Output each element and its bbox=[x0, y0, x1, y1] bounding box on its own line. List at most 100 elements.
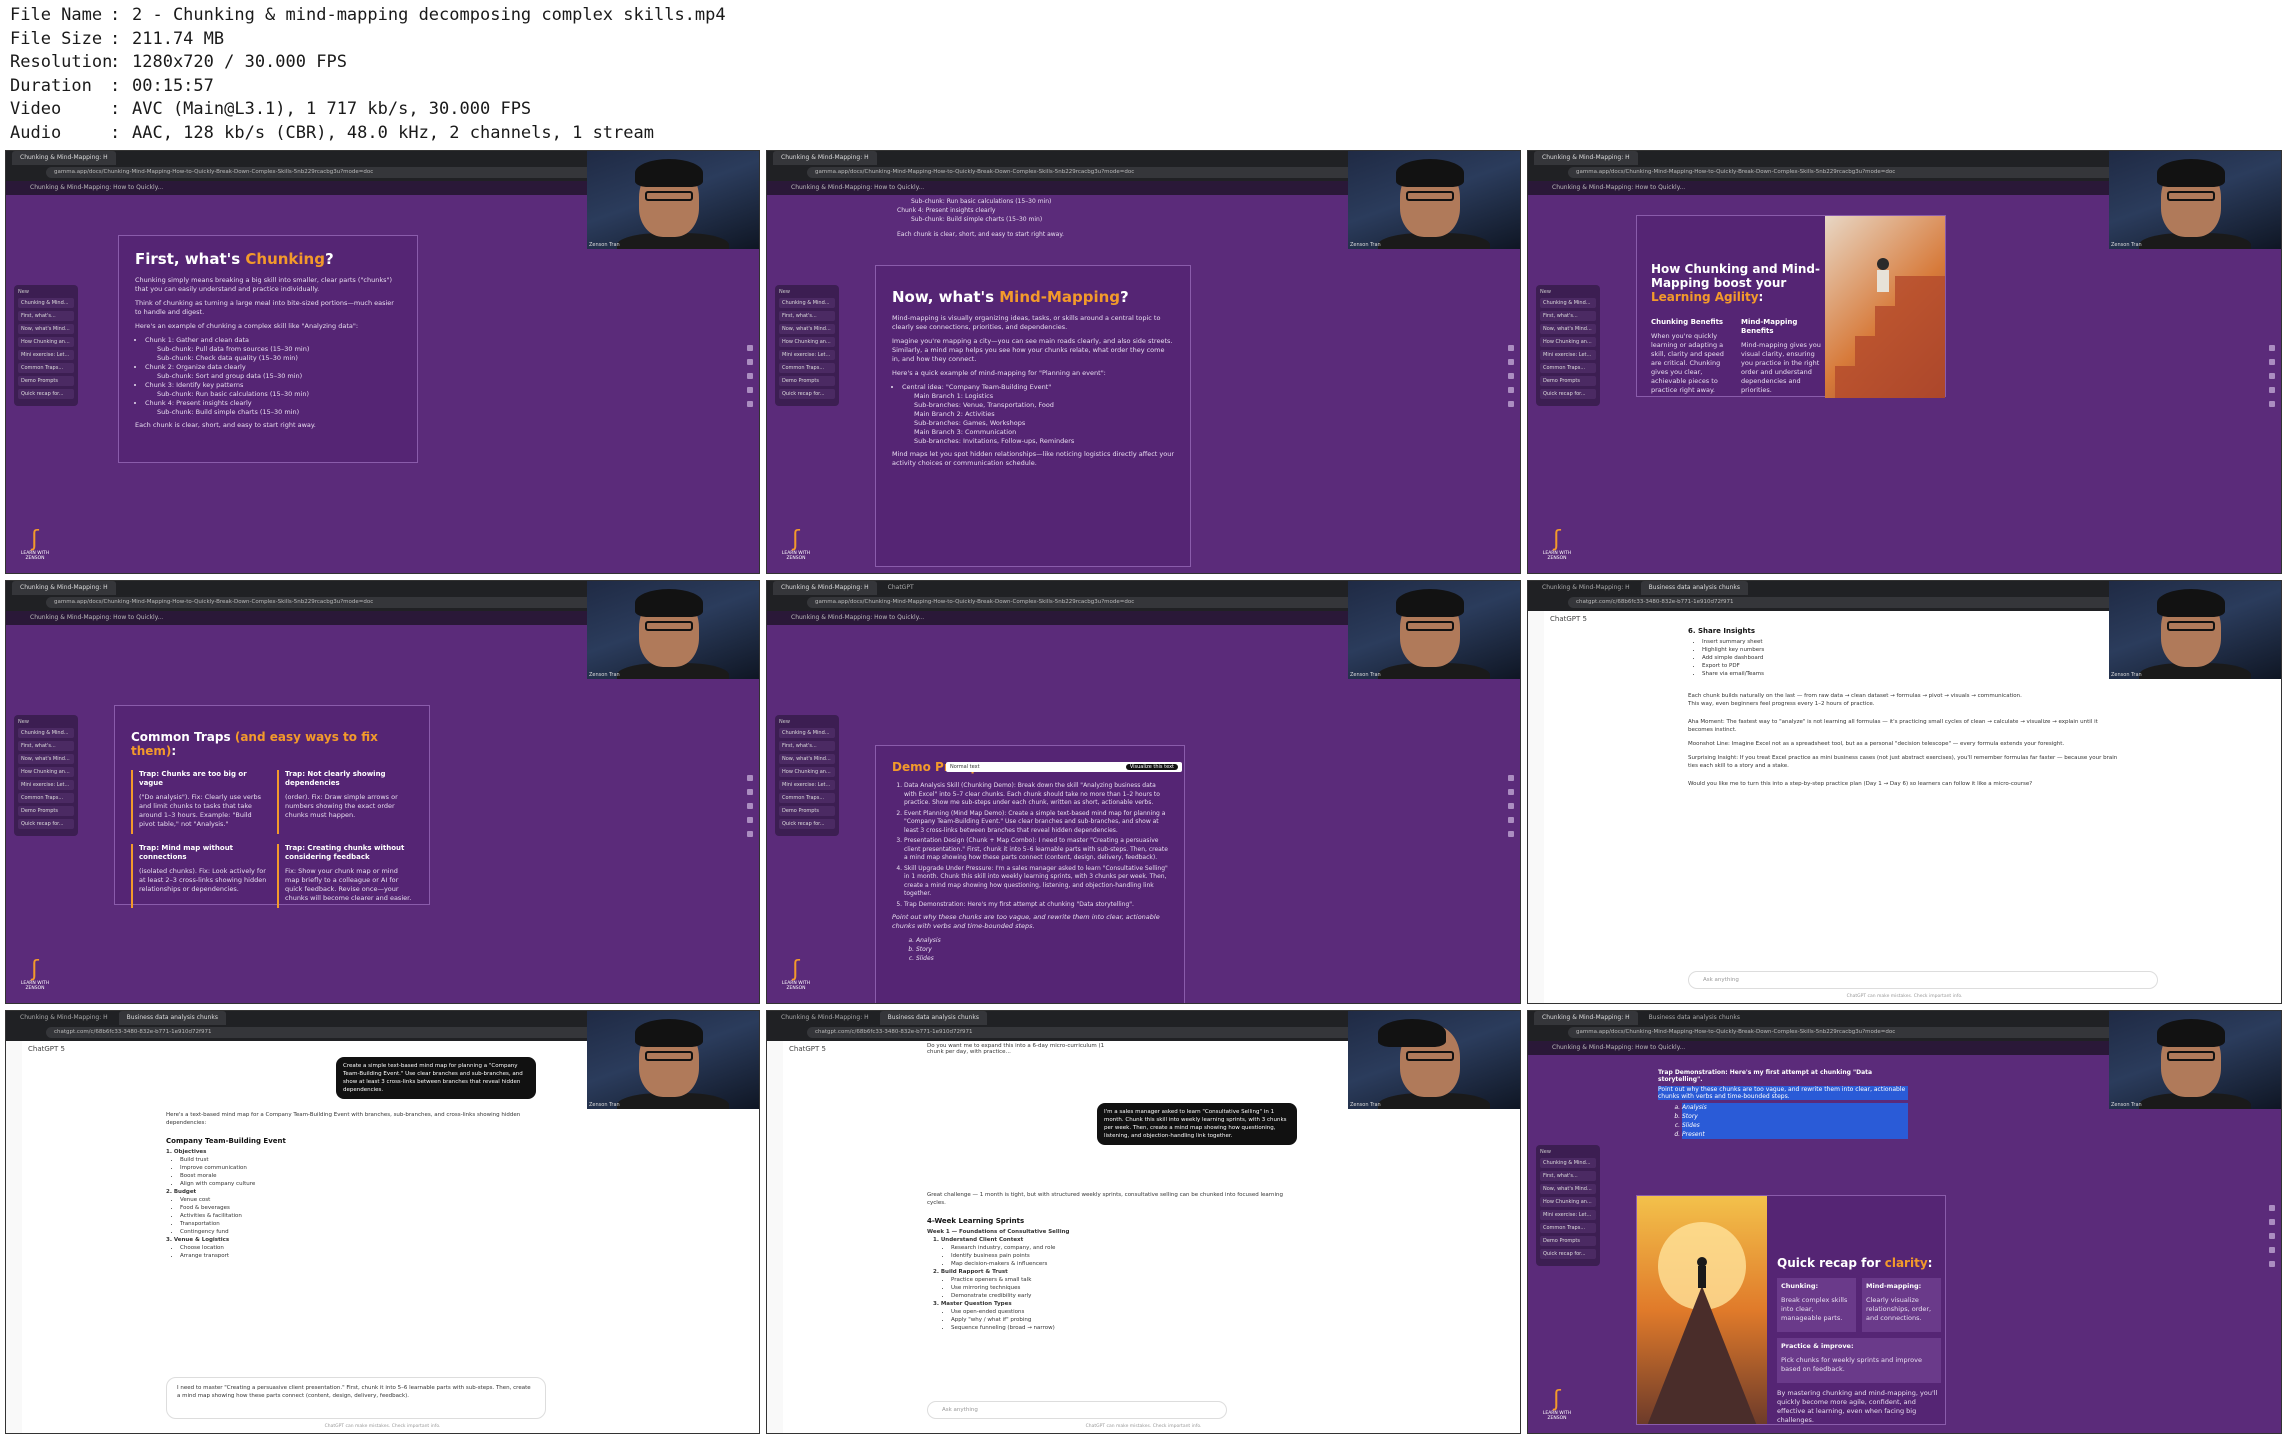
sidebar-item[interactable]: Quick recap for... bbox=[18, 819, 74, 829]
sidebar-item[interactable]: Demo Prompts bbox=[18, 806, 74, 816]
sidebar-item[interactable]: Chunking & Mind... bbox=[1540, 298, 1596, 308]
model-selector[interactable]: ChatGPT 5 bbox=[1550, 615, 1587, 623]
browser-tab[interactable]: Chunking & Mind-Mapping: H bbox=[12, 151, 116, 165]
browser-tab[interactable]: Chunking & Mind-Mapping: H bbox=[773, 1011, 877, 1025]
sidebar-item[interactable]: Common Traps... bbox=[1540, 363, 1596, 373]
slide-card: First, what's Chunking? Chunking simply … bbox=[118, 235, 418, 463]
sidebar-item[interactable]: Common Traps... bbox=[779, 793, 835, 803]
right-toolbar[interactable] bbox=[2267, 345, 2277, 415]
right-toolbar[interactable] bbox=[745, 775, 755, 845]
list-item: Central idea: "Company Team-Building Eve… bbox=[902, 383, 1174, 392]
sidebar-item[interactable]: Common Traps... bbox=[779, 363, 835, 373]
sidebar-item[interactable]: Now, what's Mind... bbox=[1540, 1184, 1596, 1194]
text-format-toolbar[interactable]: Normal text Visualize this text bbox=[946, 762, 1182, 772]
sidebar-item[interactable]: Now, what's Mind... bbox=[18, 324, 74, 334]
sidebar-item[interactable]: Quick recap for... bbox=[1540, 1249, 1596, 1259]
sidebar-item[interactable]: Quick recap for... bbox=[779, 389, 835, 399]
sidebar-item[interactable]: First, what's... bbox=[1540, 1171, 1596, 1181]
sidebar-item[interactable]: Common Traps... bbox=[18, 363, 74, 373]
sidebar-item[interactable]: First, what's... bbox=[779, 311, 835, 321]
sidebar-item[interactable]: Demo Prompts bbox=[18, 376, 74, 386]
browser-tab[interactable]: Chunking & Mind-Mapping: H bbox=[773, 151, 877, 165]
sidebar-item[interactable]: Common Traps... bbox=[1540, 1223, 1596, 1233]
sidebar-item[interactable]: Mini exercise: Let... bbox=[18, 780, 74, 790]
browser-tab[interactable]: Chunking & Mind-Mapping: H bbox=[773, 581, 877, 595]
webcam-overlay: Zenson Tran bbox=[2109, 1011, 2281, 1109]
file-info-sep: : bbox=[110, 52, 121, 72]
summit-illustration bbox=[1647, 1222, 1757, 1424]
chat-sidebar[interactable] bbox=[767, 1041, 783, 1433]
sidebar-item[interactable]: Chunking & Mind... bbox=[779, 298, 835, 308]
sidebar-item[interactable]: How Chunking an... bbox=[18, 767, 74, 777]
thumbnail-grid: Chunking & Mind-Mapping: H gamma.app/doc… bbox=[5, 150, 2282, 1434]
file-info-value: 00:15:57 bbox=[132, 75, 214, 96]
sidebar-item[interactable]: Common Traps... bbox=[18, 793, 74, 803]
right-toolbar[interactable] bbox=[2267, 1205, 2277, 1275]
sidebar-item[interactable]: Chunking & Mind... bbox=[779, 728, 835, 738]
response-list: Practice openers & small talkUse mirrori… bbox=[927, 1276, 1287, 1300]
new-button[interactable]: New bbox=[18, 719, 74, 725]
file-info-row: Video: AVC (Main@L3.1), 1 717 kb/s, 30.00… bbox=[10, 98, 1210, 122]
new-button[interactable]: New bbox=[779, 289, 835, 295]
new-button[interactable]: New bbox=[1540, 1149, 1596, 1155]
sidebar-item[interactable]: Quick recap for... bbox=[1540, 389, 1596, 399]
sidebar-item[interactable]: Quick recap for... bbox=[18, 389, 74, 399]
sidebar-item[interactable]: Chunking & Mind... bbox=[18, 298, 74, 308]
sidebar-item[interactable]: Mini exercise: Let... bbox=[779, 780, 835, 790]
sidebar-item[interactable]: Now, what's Mind... bbox=[1540, 324, 1596, 334]
chat-input[interactable]: I need to master "Creating a persuasive … bbox=[166, 1377, 546, 1419]
chat-input[interactable]: Ask anything bbox=[927, 1401, 1227, 1419]
sidebar-item[interactable]: How Chunking an... bbox=[779, 337, 835, 347]
browser-tab[interactable]: Business data analysis chunks bbox=[1640, 581, 1748, 595]
sidebar-item[interactable]: Mini exercise: Let... bbox=[779, 350, 835, 360]
chat-sidebar[interactable] bbox=[6, 1041, 22, 1433]
browser-tab[interactable]: Business data analysis chunks bbox=[879, 1011, 987, 1025]
new-button[interactable]: New bbox=[1540, 289, 1596, 295]
list-item: Export to PDF bbox=[1702, 662, 2118, 670]
browser-tab[interactable]: Chunking & Mind-Mapping: H bbox=[1534, 1011, 1638, 1025]
webcam-overlay: Zenson Tran bbox=[587, 151, 759, 249]
right-toolbar[interactable] bbox=[745, 345, 755, 415]
list-item: Sub-branches: Venue, Transportation, Foo… bbox=[914, 401, 1054, 409]
sidebar-item[interactable]: Now, what's Mind... bbox=[779, 754, 835, 764]
browser-tab[interactable]: Chunking & Mind-Mapping: H bbox=[12, 1011, 116, 1025]
browser-tab[interactable]: Business data analysis chunks bbox=[118, 1011, 226, 1025]
model-selector[interactable]: ChatGPT 5 bbox=[789, 1045, 826, 1053]
sidebar-item[interactable]: First, what's... bbox=[18, 741, 74, 751]
sidebar-item[interactable]: Demo Prompts bbox=[779, 806, 835, 816]
sidebar-item[interactable]: Chunking & Mind... bbox=[18, 728, 74, 738]
list-item: Chunk 1: Gather and clean data bbox=[145, 336, 401, 345]
sidebar-item[interactable]: First, what's... bbox=[779, 741, 835, 751]
sidebar-item[interactable]: Chunking & Mind... bbox=[1540, 1158, 1596, 1168]
sidebar-item[interactable]: Mini exercise: Let... bbox=[1540, 350, 1596, 360]
sidebar-item[interactable]: Now, what's Mind... bbox=[779, 324, 835, 334]
trap-card: Trap: Creating chunks without considerin… bbox=[277, 844, 413, 908]
sidebar-item[interactable]: Mini exercise: Let... bbox=[18, 350, 74, 360]
new-button[interactable]: New bbox=[779, 719, 835, 725]
right-toolbar[interactable] bbox=[1506, 775, 1516, 845]
brand-logo: ʃ LEARN WITH ZENSON bbox=[781, 957, 811, 992]
chat-sidebar[interactable] bbox=[1528, 611, 1544, 1003]
sidebar-item[interactable]: How Chunking an... bbox=[1540, 1197, 1596, 1207]
sidebar-item[interactable]: Mini exercise: Let... bbox=[1540, 1210, 1596, 1220]
sidebar-item[interactable]: First, what's... bbox=[18, 311, 74, 321]
right-toolbar[interactable] bbox=[1506, 345, 1516, 415]
sidebar-item[interactable]: Demo Prompts bbox=[1540, 1236, 1596, 1246]
browser-tab[interactable]: Chunking & Mind-Mapping: H bbox=[12, 581, 116, 595]
browser-tab[interactable]: ChatGPT bbox=[880, 581, 922, 595]
sidebar-item[interactable]: Demo Prompts bbox=[1540, 376, 1596, 386]
sidebar-item[interactable]: Now, what's Mind... bbox=[18, 754, 74, 764]
model-selector[interactable]: ChatGPT 5 bbox=[28, 1045, 65, 1053]
browser-tab[interactable]: Chunking & Mind-Mapping: H bbox=[1534, 581, 1638, 595]
brand-logo: ʃ LEARN WITH ZENSON bbox=[20, 527, 50, 562]
sidebar-item[interactable]: Demo Prompts bbox=[779, 376, 835, 386]
sidebar-item[interactable]: Quick recap for... bbox=[779, 819, 835, 829]
browser-tab[interactable]: Chunking & Mind-Mapping: H bbox=[1534, 151, 1638, 165]
sidebar-item[interactable]: How Chunking an... bbox=[779, 767, 835, 777]
sidebar-item[interactable]: How Chunking an... bbox=[1540, 337, 1596, 347]
chat-input[interactable]: Ask anything bbox=[1688, 971, 2158, 989]
browser-tab[interactable]: Business data analysis chunks bbox=[1641, 1011, 1748, 1025]
sidebar-item[interactable]: How Chunking an... bbox=[18, 337, 74, 347]
sidebar-item[interactable]: First, what's... bbox=[1540, 311, 1596, 321]
new-button[interactable]: New bbox=[18, 289, 74, 295]
